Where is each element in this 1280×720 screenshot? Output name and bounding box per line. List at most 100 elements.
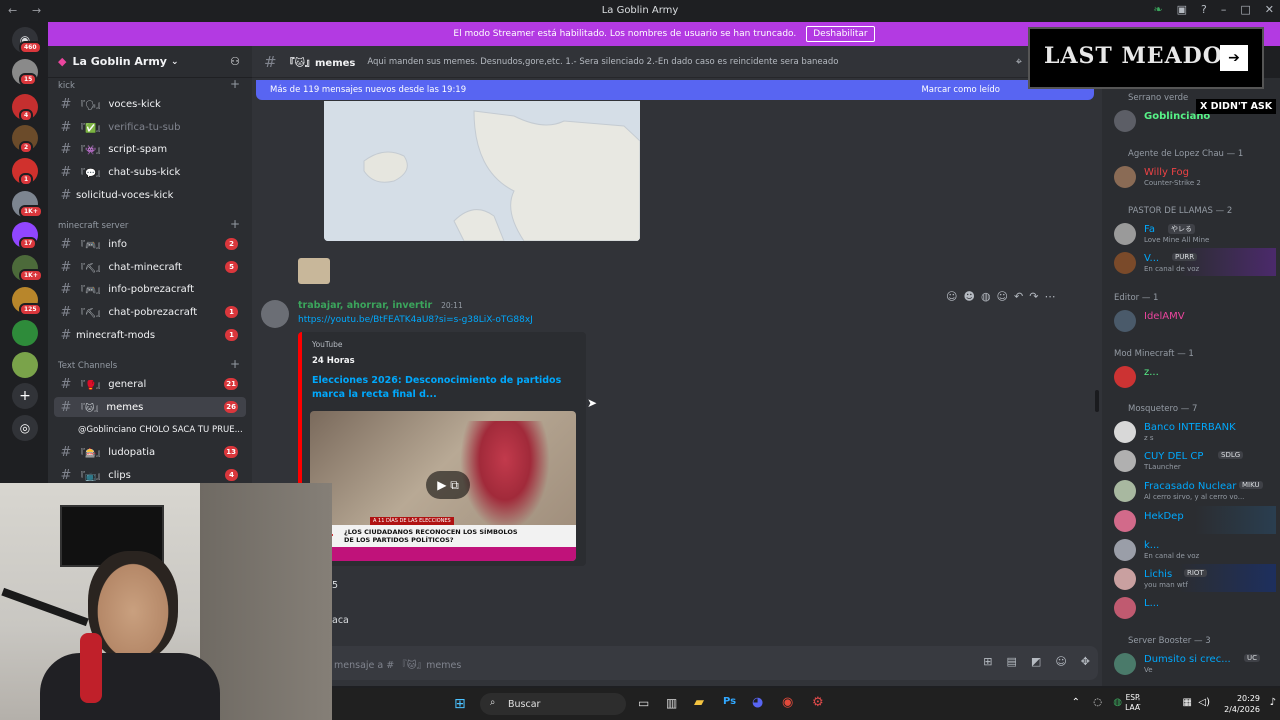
member-item[interactable]: V... PURR En canal de voz — [1114, 248, 1276, 276]
channel-chat-minecraft[interactable]: # 『⛏』 chat-minecraft 5 — [54, 257, 246, 277]
member-item[interactable]: Fa やレる Love Mine All Mine — [1114, 219, 1276, 247]
add-channel-icon[interactable]: + — [230, 357, 240, 371]
server-icon[interactable] — [12, 352, 38, 378]
taskbar-search[interactable]: ⌕ Buscar — [480, 693, 626, 715]
member-item[interactable]: k... En canal de voz — [1114, 535, 1276, 563]
gift-icon[interactable]: ⊞ — [983, 655, 992, 668]
embed-title[interactable]: Elecciones 2026: Desconocimiento de part… — [312, 374, 582, 402]
member-item[interactable]: CUY DEL CP SDLG TLauncher — [1114, 446, 1276, 474]
message-composer[interactable]: mensaje a # 『🐱』memes ⊞ ▤ ◩ ☺ ✥ — [256, 646, 1098, 680]
message-body: https://youtu.be/BtFEATK4aU8?si=s-g38LiX… — [298, 315, 533, 325]
speaker-icon[interactable]: ◁) — [1198, 697, 1210, 708]
channel-topic[interactable]: Aqui manden sus memes. Desnudos,gore,etc… — [367, 57, 838, 67]
invite-icon[interactable]: ⚇ — [230, 55, 240, 68]
discover-icon[interactable]: ◎ — [12, 415, 38, 441]
add-channel-icon[interactable]: + — [230, 77, 240, 91]
play-icon[interactable]: ▶ ⧉ — [426, 471, 470, 499]
network-icon[interactable]: ▦ — [1183, 697, 1192, 708]
channel-verifica-tu-sub[interactable]: # 『✅』 verifica-tu-sub — [54, 117, 246, 137]
member-item[interactable]: IdelAMV — [1114, 306, 1276, 334]
add-server-icon[interactable]: + — [12, 383, 38, 409]
channel-minecraft-mods[interactable]: # minecraft-mods 1 — [54, 325, 246, 345]
chrome-icon[interactable]: ◉ — [782, 695, 793, 710]
embed-author[interactable]: 24 Horas — [312, 356, 355, 366]
category-minecraft[interactable]: minecraft server — [58, 221, 128, 231]
channel-memes[interactable]: # 『🐱』 memes 26 — [54, 397, 246, 417]
scrollbar-thumb[interactable] — [1095, 390, 1099, 412]
mark-read-button[interactable]: Marcar como leído — [921, 85, 1000, 95]
file-explorer-icon[interactable]: ▰ — [694, 695, 704, 710]
emoji-reaction-icon[interactable]: ☺ — [946, 290, 957, 303]
channel-prefix: 『👾』 — [76, 145, 106, 156]
sticker-icon[interactable]: ◩ — [1031, 655, 1041, 668]
tray-chevron-icon[interactable]: ⌃ — [1072, 697, 1080, 708]
category-kick[interactable]: kick — [58, 81, 75, 91]
add-reaction-icon[interactable]: ☺ — [997, 290, 1008, 303]
member-item[interactable]: z... — [1114, 362, 1276, 390]
user-avatar[interactable] — [261, 300, 289, 328]
member-group-header: Serrano verde — [1128, 93, 1189, 103]
server-icon[interactable] — [12, 320, 38, 346]
channel-prefix: 『📺』 — [76, 471, 106, 482]
channel-chat-pobrezacraft[interactable]: # 『⛏』 chat-pobrezacraft 1 — [54, 302, 246, 322]
thread-item[interactable]: @Goblinciano CHOLO SACA TU PRUE... — [54, 420, 246, 440]
member-item[interactable]: Willy Fog Counter-Strike 2 — [1114, 162, 1276, 190]
disable-button[interactable]: Deshabilitar — [806, 26, 875, 42]
task-view-icon[interactable]: ▭ — [638, 696, 649, 710]
forward-icon[interactable]: ↷ — [1029, 290, 1038, 303]
server-header[interactable]: ◆ La Goblin Army ⌄ ⚇ — [48, 46, 252, 78]
minimize-icon[interactable]: – — [1221, 3, 1227, 16]
widgets-icon[interactable]: ▥ — [666, 696, 677, 710]
emoji-reaction-icon[interactable]: ◍ — [981, 290, 991, 303]
member-activity: En canal de voz — [1144, 552, 1200, 560]
video-thumbnail[interactable]: ▶ ⧉ A 11 DÍAS DE LAS ELECCIONES 24 ¿LOS … — [310, 411, 576, 561]
member-item[interactable]: L... — [1114, 593, 1276, 621]
mouse-cursor-icon: ➤ — [587, 396, 598, 410]
close-icon[interactable]: ✕ — [1265, 3, 1274, 16]
new-messages-bar[interactable]: Más de 119 mensajes nuevos desde las 19:… — [256, 80, 1094, 100]
discord-icon[interactable]: ◕ — [752, 695, 763, 710]
notification-bell-icon[interactable]: ♪ — [1270, 697, 1276, 708]
reply-icon[interactable]: ↶ — [1014, 290, 1023, 303]
help-icon[interactable]: ? — [1201, 3, 1207, 16]
channel-clips[interactable]: # 『📺』 clips 4 — [54, 465, 246, 485]
channel-solicitud-voces-kick[interactable]: # solicitud-voces-kick — [54, 185, 246, 205]
youtube-link[interactable]: https://youtu.be/BtFEATK4aU8?si=s-g38LiX… — [298, 315, 533, 325]
channel-script-spam[interactable]: # 『👾』 script-spam — [54, 139, 246, 159]
channel-general[interactable]: # 『🥊』 general 21 — [54, 374, 246, 394]
mic-icon[interactable]: ⍘ — [1136, 697, 1142, 708]
message-author[interactable]: trabajar, ahorrar, invertir — [298, 300, 432, 311]
member-item[interactable]: Dumsito si crec... UC Ve — [1114, 649, 1276, 677]
windows-start-icon[interactable]: ⊞ — [454, 696, 466, 712]
pin-icon[interactable]: ⌖ — [1016, 55, 1022, 69]
channel-voces-kick[interactable]: # 『🗣』 voces-kick — [54, 94, 246, 114]
member-item[interactable]: HekDep — [1114, 506, 1276, 534]
channel-label: verifica-tu-sub — [108, 121, 181, 133]
more-options-icon[interactable]: ⋯ — [1044, 290, 1055, 303]
add-channel-icon[interactable]: + — [230, 217, 240, 231]
emoji-reaction-icon[interactable]: ☻ — [963, 290, 974, 303]
apps-icon[interactable]: ✥ — [1081, 655, 1090, 668]
member-item[interactable]: Lichis RIOT you man wtf — [1114, 564, 1276, 592]
maximize-icon[interactable]: □ — [1240, 3, 1250, 16]
member-item[interactable]: Fracasado Nuclear MIKU Al cerro sirvo, y a… — [1114, 476, 1276, 504]
tray-app-icon[interactable]: ◌ — [1093, 697, 1102, 708]
member-item[interactable]: Banco INTERBANK z s — [1114, 417, 1276, 445]
tray-app-icon[interactable]: ◍ — [1113, 697, 1122, 708]
channel-ludopatia[interactable]: # 『🎰』 ludopatia 13 — [54, 442, 246, 462]
hash-icon: # — [60, 96, 72, 112]
channel-chat-subs-kick[interactable]: # 『💬』 chat-subs-kick — [54, 162, 246, 182]
photoshop-icon[interactable]: Ps — [723, 696, 736, 707]
gif-icon[interactable]: ▤ — [1007, 655, 1017, 668]
emoji-icon[interactable]: ☺ — [1055, 655, 1066, 668]
channel-info-pobrezacraft[interactable]: # 『🎮』 info-pobrezacraft — [54, 279, 246, 299]
channel-info[interactable]: # 『🎮』 info 2 — [54, 234, 246, 254]
hash-icon: # — [60, 304, 72, 320]
sticker-image[interactable] — [298, 258, 330, 284]
map-image[interactable] — [324, 101, 640, 241]
taskbar-clock[interactable]: 20:29 2/4/2026 — [1224, 693, 1260, 715]
inbox-icon[interactable]: ▣ — [1177, 3, 1187, 16]
category-text-channels[interactable]: Text Channels — [58, 361, 117, 371]
app-icon[interactable]: ⚙ — [812, 695, 824, 710]
leaf-icon[interactable]: ❧ — [1153, 3, 1162, 16]
